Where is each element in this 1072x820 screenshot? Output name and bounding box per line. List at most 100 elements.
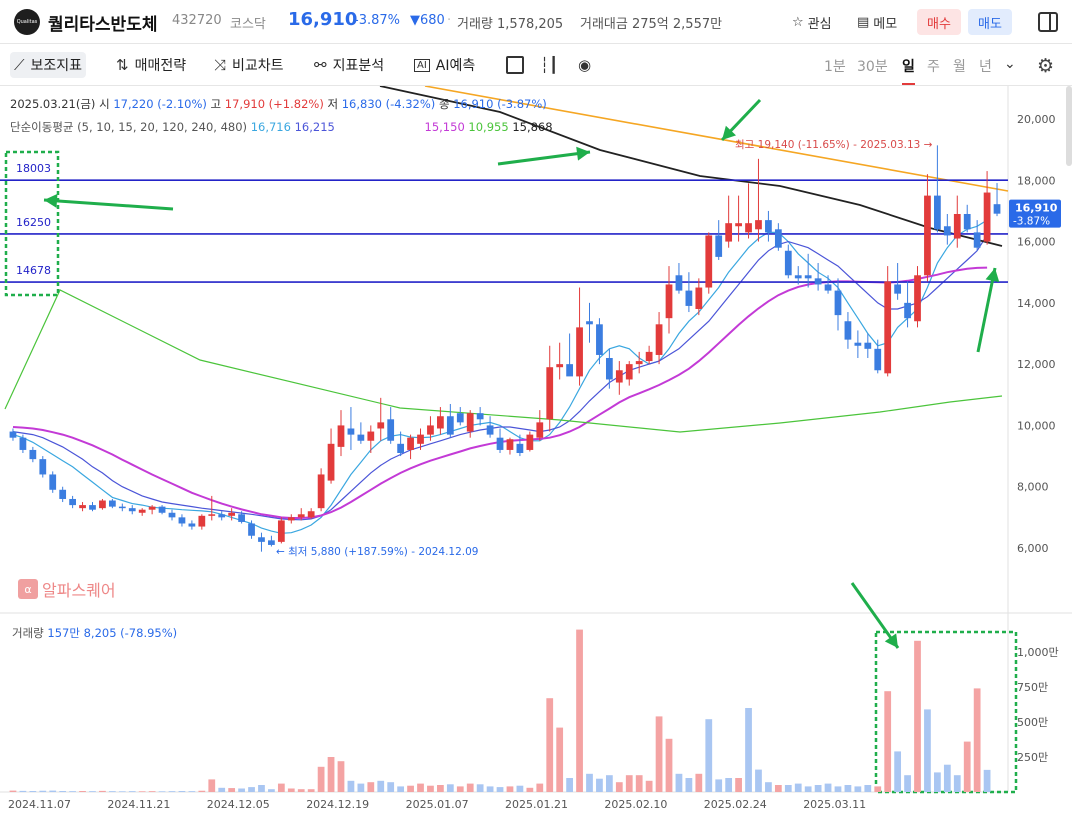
volume-bar (39, 790, 47, 792)
period-30min[interactable]: 30분 (857, 56, 888, 76)
period-more-chevron-icon[interactable]: ⌄ (1004, 56, 1016, 72)
candle-body (576, 327, 583, 377)
volume-bar (446, 784, 454, 792)
volume-bar (387, 782, 395, 792)
volume-bar (417, 783, 424, 792)
candle-body (397, 443, 405, 454)
chart-toolbar: ⟋ 보조지표 ⇅ 매매전략 ⤨ 비교차트 ⚯ 지표분석 AI AI예측 ┆┃ ◉ 1분 3… (0, 44, 1072, 86)
candle-body (516, 443, 524, 454)
volume-bar (496, 787, 504, 792)
volume-bar (774, 785, 782, 792)
candle-body (745, 223, 752, 233)
candle-body (29, 449, 37, 460)
ai-forecast-button[interactable]: AI AI예측 (410, 52, 479, 78)
level-label: 18003 (16, 162, 51, 175)
volume-tick-label: 500만 (1017, 716, 1048, 729)
candle-body (446, 416, 454, 435)
annotation-arrow (43, 198, 174, 211)
candle-body (943, 226, 951, 236)
volume-bar (397, 786, 405, 792)
date-tick-label: 2025.01.07 (406, 798, 469, 811)
volume-bar (248, 787, 255, 792)
indicator-analysis-button[interactable]: ⚯ 지표분석 (310, 52, 388, 78)
price-chart[interactable]: 6,000 8,000 10,000 12,000 14,000 16,000 18,000… (0, 86, 1072, 820)
volume-bar (804, 786, 812, 792)
candle-body (765, 220, 772, 233)
candle-body (914, 275, 921, 322)
volume-bar (695, 773, 703, 792)
volume-bar (924, 709, 931, 792)
side-panel-icon[interactable] (1038, 12, 1058, 32)
volume-bar (844, 785, 852, 792)
volume-bar (685, 778, 693, 792)
volume-bar (128, 791, 136, 792)
buy-button[interactable]: 매수 (917, 9, 961, 35)
volume-bar (99, 790, 106, 792)
volume-bar (516, 785, 524, 792)
period-day[interactable]: 일 (902, 56, 915, 85)
sell-button[interactable]: 매도 (968, 9, 1012, 35)
indicator-button[interactable]: ⟋ 보조지표 (10, 52, 87, 78)
volume-bar (596, 778, 603, 792)
watch-button[interactable]: ☆ 관심 (792, 10, 832, 34)
shuffle-icon: ⤨ (214, 56, 227, 74)
candle-body (118, 506, 126, 509)
change-amount: ▼680 (410, 13, 445, 28)
candle-body (456, 413, 464, 423)
candle-body (844, 321, 852, 340)
volume-bar (645, 780, 653, 792)
volume-bar (268, 789, 275, 792)
candle-body (307, 511, 315, 518)
candle-body (675, 275, 683, 291)
period-year[interactable]: 년 (979, 56, 992, 76)
volume-bar (735, 778, 742, 792)
candle-body (99, 500, 106, 509)
volume-bar (725, 778, 733, 792)
volume-bar (824, 783, 832, 792)
gear-icon[interactable]: ⚙ (1037, 55, 1054, 77)
candle-body (963, 213, 971, 230)
stock-name[interactable]: 퀄리타스반도체 (48, 10, 157, 35)
candle-body (317, 474, 325, 509)
price-tick-label: 14,000 (1017, 297, 1056, 310)
candle-body (49, 474, 57, 490)
candle-type-button[interactable]: ┆┃ (536, 52, 562, 78)
volume-bar (327, 757, 335, 792)
volume-bar (605, 775, 613, 792)
drawing-box-button[interactable] (502, 52, 528, 78)
period-week[interactable]: 주 (927, 56, 940, 76)
volume-bar (894, 751, 902, 792)
period-month[interactable]: 월 (953, 56, 966, 76)
candle-body (526, 434, 534, 450)
star-icon: ☆ (792, 14, 804, 30)
level-label: 14678 (16, 264, 51, 277)
screenshot-button[interactable]: ◉ (574, 52, 595, 78)
candle-body (79, 505, 86, 509)
volume-bar (854, 786, 862, 792)
volume-summary: 거래량 1,578,205 (457, 17, 564, 32)
memo-button[interactable]: ▤ 메모 (857, 10, 897, 34)
volume-bar (347, 780, 355, 792)
candle-body (39, 459, 47, 475)
candle-body (874, 348, 882, 371)
volume-bar (168, 791, 176, 792)
candle-body (188, 523, 196, 527)
candle-body (248, 523, 255, 536)
compare-chart-button[interactable]: ⤨ 비교차트 (210, 52, 288, 78)
scrollbar-thumb[interactable] (1066, 86, 1072, 166)
candle-body (834, 290, 842, 316)
strategy-button[interactable]: ⇅ 매매전략 (112, 52, 190, 78)
volume-bar (19, 790, 27, 792)
volume-bar (188, 791, 196, 792)
candle-body (427, 425, 434, 435)
volume-bar (794, 783, 802, 792)
price-tick-label: 10,000 (1017, 419, 1056, 432)
candle-body (178, 517, 186, 524)
period-1min[interactable]: 1분 (824, 56, 846, 76)
moving-average-line (12, 219, 988, 534)
candle-body (556, 364, 564, 368)
volume-bar (178, 791, 186, 792)
volume-bar (705, 719, 713, 792)
volume-bar (536, 783, 544, 792)
volume-bar (526, 787, 534, 792)
